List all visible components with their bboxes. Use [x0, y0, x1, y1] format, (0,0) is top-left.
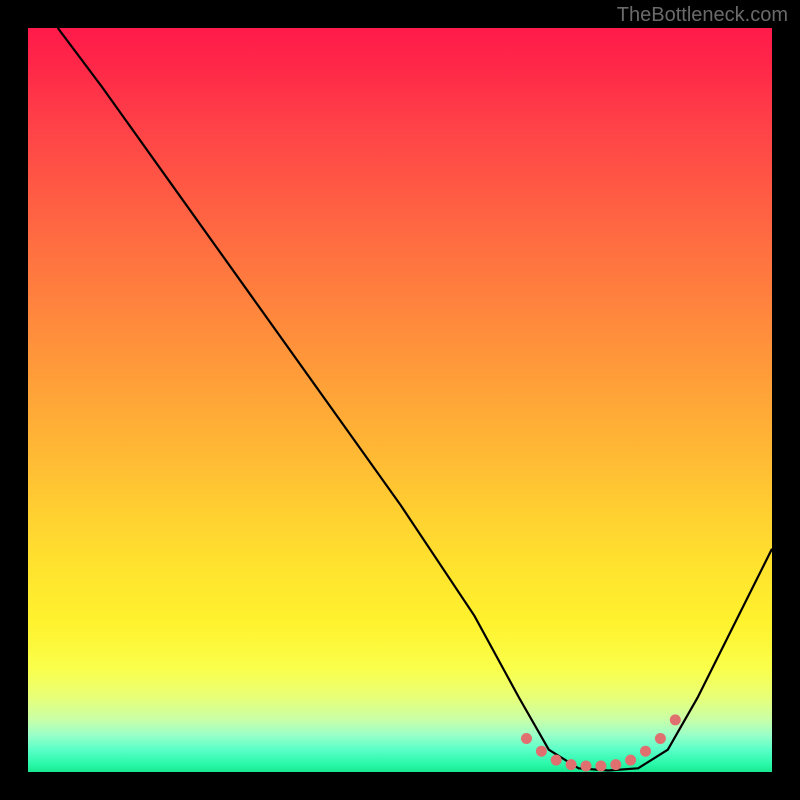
- curve-layer: [58, 28, 772, 771]
- optimal-dot: [581, 761, 592, 772]
- optimal-dot: [521, 733, 532, 744]
- optimal-dot: [640, 746, 651, 757]
- optimal-dot: [566, 759, 577, 770]
- optimal-dot: [610, 759, 621, 770]
- optimal-dot: [655, 733, 666, 744]
- bottleneck-curve: [58, 28, 772, 771]
- plot-area: [28, 28, 772, 772]
- optimal-dot: [536, 746, 547, 757]
- optimal-dot: [625, 755, 636, 766]
- chart-svg: [28, 28, 772, 772]
- optimal-dot: [595, 761, 606, 772]
- optimal-dot: [551, 755, 562, 766]
- watermark-text: TheBottleneck.com: [617, 4, 788, 27]
- optimal-dot: [670, 714, 681, 725]
